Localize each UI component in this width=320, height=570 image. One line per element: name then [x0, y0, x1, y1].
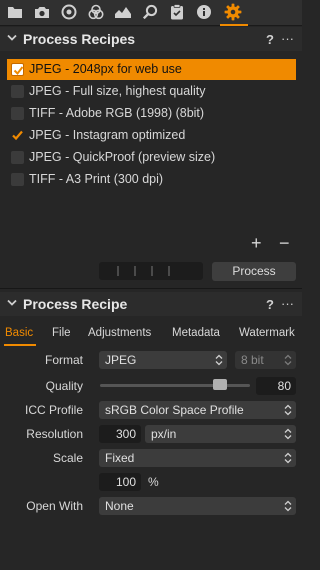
panel-divider [0, 288, 302, 289]
bit-depth-select[interactable]: 8 bit [235, 351, 296, 369]
tab-adjustments[interactable]: Adjustments [88, 327, 151, 339]
recipe-item[interactable]: TIFF - A3 Print (300 dpi) [7, 169, 296, 190]
gear-icon[interactable] [222, 3, 244, 21]
recipe-checkbox[interactable] [11, 129, 24, 142]
process-recipes-header[interactable]: Process Recipes ? ··· [0, 27, 302, 51]
process-progress-bar [99, 262, 203, 280]
recipe-item[interactable]: JPEG - 2048px for web use [7, 59, 296, 80]
quality-label: Quality [45, 379, 83, 393]
info-icon[interactable] [195, 3, 213, 21]
updown-arrows-icon [284, 500, 292, 512]
recipe-item[interactable]: JPEG - Instagram optimized [7, 125, 296, 146]
quality-slider-thumb[interactable] [213, 379, 227, 390]
active-tab-indicator [4, 344, 36, 346]
quality-field[interactable]: 80 [256, 377, 296, 395]
tool-tabs-bar [0, 0, 302, 26]
recipe-checkbox[interactable] [11, 151, 24, 164]
recipe-item[interactable]: JPEG - Full size, highest quality [7, 81, 296, 102]
open-with-value: None [105, 499, 134, 513]
updown-arrows-icon [215, 354, 223, 366]
recipe-checkbox[interactable] [11, 85, 24, 98]
panel-title: Process Recipes [23, 31, 136, 47]
more-options-button[interactable]: ··· [281, 31, 294, 46]
quality-value: 80 [277, 379, 291, 393]
recipe-checkbox[interactable] [11, 63, 24, 76]
recipe-checkbox[interactable] [11, 173, 24, 186]
folder-icon[interactable] [6, 3, 24, 21]
resolution-value: 300 [115, 427, 136, 441]
remove-recipe-button[interactable]: − [279, 234, 290, 252]
process-recipe-header[interactable]: Process Recipe ? ··· [0, 292, 302, 316]
format-select[interactable]: JPEG [99, 351, 227, 369]
recipe-label: JPEG - 2048px for web use [29, 62, 182, 76]
format-label: Format [44, 353, 83, 367]
clipboard-icon[interactable] [168, 3, 186, 21]
chevron-down-icon[interactable] [7, 34, 17, 42]
icc-profile-select[interactable]: sRGB Color Space Profile [99, 401, 296, 419]
recipe-label: TIFF - Adobe RGB (1998) (8bit) [29, 106, 205, 120]
recipe-label: TIFF - A3 Print (300 dpi) [29, 172, 164, 186]
lens-icon[interactable] [60, 3, 78, 21]
tab-file[interactable]: File [52, 327, 71, 339]
open-with-label: Open With [26, 499, 83, 513]
icc-profile-value: sRGB Color Space Profile [105, 403, 244, 417]
scale-select[interactable]: Fixed [99, 449, 296, 467]
updown-arrows-icon [284, 354, 292, 366]
help-button[interactable]: ? [266, 32, 274, 47]
format-value: JPEG [105, 353, 137, 367]
icc-profile-label: ICC Profile [24, 403, 83, 417]
recipe-label: JPEG - Full size, highest quality [29, 84, 206, 98]
resolution-unit-select[interactable]: px/in [145, 425, 296, 443]
add-recipe-button[interactable]: + [251, 234, 262, 252]
resolution-label: Resolution [26, 427, 83, 441]
resolution-field[interactable]: 300 [99, 425, 141, 443]
tab-metadata[interactable]: Metadata [172, 327, 220, 339]
camera-icon[interactable] [33, 3, 51, 21]
resolution-unit-value: px/in [151, 427, 177, 441]
scale-percent-value: 100 [115, 475, 136, 489]
exposure-icon[interactable] [114, 3, 132, 21]
search-icon[interactable] [141, 3, 159, 21]
open-with-select[interactable]: None [99, 497, 296, 515]
tab-watermark[interactable]: Watermark [239, 327, 295, 339]
scale-value: Fixed [105, 451, 135, 465]
recipe-item[interactable]: TIFF - Adobe RGB (1998) (8bit) [7, 103, 296, 124]
panel-title: Process Recipe [23, 296, 128, 312]
more-options-button[interactable]: ··· [281, 296, 294, 311]
active-tool-indicator [220, 24, 248, 26]
quality-slider-track[interactable] [100, 384, 250, 387]
tab-basic[interactable]: Basic [5, 327, 33, 339]
updown-arrows-icon [284, 452, 292, 464]
chevron-down-icon[interactable] [7, 299, 17, 307]
recipe-label: JPEG - Instagram optimized [29, 128, 186, 142]
color-icon[interactable] [87, 3, 105, 21]
updown-arrows-icon [284, 404, 292, 416]
scale-percent-field[interactable]: 100 [99, 473, 141, 491]
percent-unit-label: % [148, 475, 159, 489]
help-button[interactable]: ? [266, 297, 274, 312]
recipe-checkbox[interactable] [11, 107, 24, 120]
recipe-label: JPEG - QuickProof (preview size) [29, 150, 216, 164]
bit-depth-value: 8 bit [241, 353, 264, 367]
process-button[interactable]: Process [212, 262, 296, 281]
updown-arrows-icon [284, 428, 292, 440]
recipe-item[interactable]: JPEG - QuickProof (preview size) [7, 147, 296, 168]
scale-label: Scale [52, 451, 83, 465]
